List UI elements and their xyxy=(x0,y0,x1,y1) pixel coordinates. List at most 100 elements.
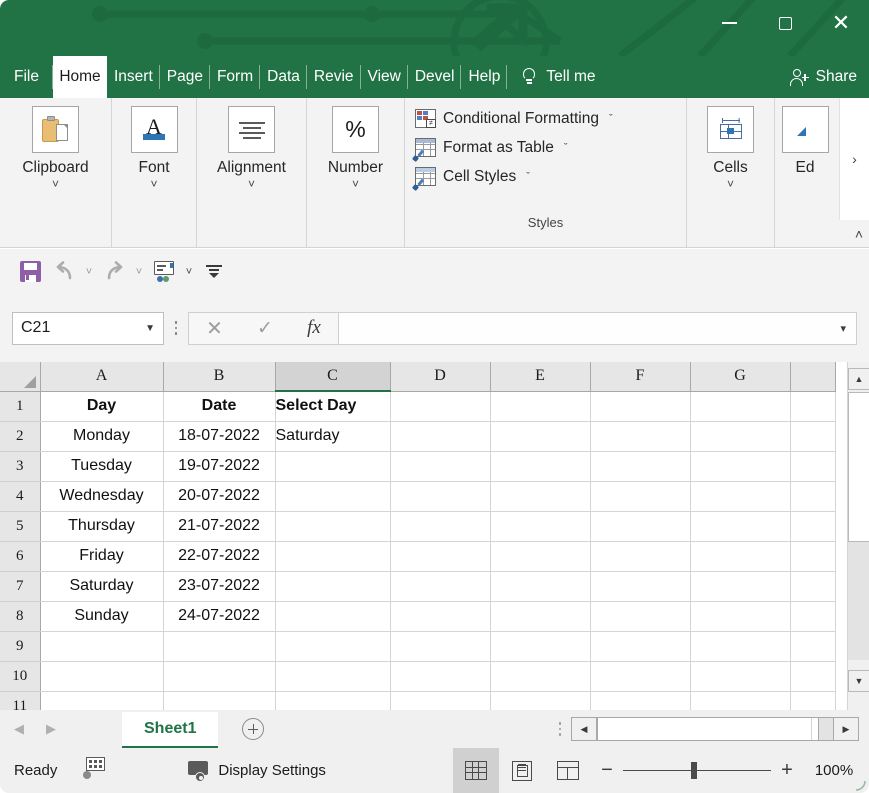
cell-e5[interactable] xyxy=(490,511,590,541)
cell-f8[interactable] xyxy=(590,601,690,631)
row-header-8[interactable]: 8 xyxy=(0,601,40,631)
collapse-ribbon-button[interactable]: ˄ xyxy=(855,226,863,242)
cell-g7[interactable] xyxy=(690,571,790,601)
cell-d6[interactable] xyxy=(390,541,490,571)
cell-b1[interactable]: Date xyxy=(163,391,275,421)
cell-d7[interactable] xyxy=(390,571,490,601)
cell-e10[interactable] xyxy=(490,661,590,691)
undo-dropdown-icon[interactable]: ˅ xyxy=(81,255,97,289)
tab-developer[interactable]: Devel xyxy=(408,56,462,98)
chevron-down-icon[interactable]: ˅ xyxy=(52,179,59,189)
chevron-down-icon[interactable]: ▼ xyxy=(145,323,155,334)
tab-home[interactable]: Home xyxy=(53,56,107,98)
zoom-slider-thumb[interactable] xyxy=(691,762,697,779)
column-header-h[interactable] xyxy=(790,362,835,391)
cell-c5[interactable] xyxy=(275,511,390,541)
chevron-down-icon[interactable]: ˇ xyxy=(609,113,613,125)
scroll-left-button[interactable]: ◀ xyxy=(571,717,597,741)
row-header-2[interactable]: 2 xyxy=(0,421,40,451)
cell-h5[interactable] xyxy=(790,511,835,541)
cell-d8[interactable] xyxy=(390,601,490,631)
chevron-down-icon[interactable]: ˅ xyxy=(150,179,157,189)
horizontal-scroll-thumb[interactable] xyxy=(598,718,812,740)
cell-g9[interactable] xyxy=(690,631,790,661)
cell-c8[interactable] xyxy=(275,601,390,631)
column-header-e[interactable]: E xyxy=(490,362,590,391)
cell-e4[interactable] xyxy=(490,481,590,511)
row-header-1[interactable]: 1 xyxy=(0,391,40,421)
tab-data[interactable]: Data xyxy=(260,56,307,98)
cell-g2[interactable] xyxy=(690,421,790,451)
cell-a1[interactable]: Day xyxy=(40,391,163,421)
cell-f10[interactable] xyxy=(590,661,690,691)
cell-b8[interactable]: 24-07-2022 xyxy=(163,601,275,631)
cell-h2[interactable] xyxy=(790,421,835,451)
resize-grip[interactable] xyxy=(852,777,866,791)
cell-g10[interactable] xyxy=(690,661,790,691)
cells-button[interactable]: Cells ˅ xyxy=(707,106,754,189)
cell-b6[interactable]: 22-07-2022 xyxy=(163,541,275,571)
cell-e7[interactable] xyxy=(490,571,590,601)
horizontal-scrollbar[interactable]: ◀ ▶ xyxy=(571,710,869,748)
column-header-d[interactable]: D xyxy=(390,362,490,391)
touch-mouse-mode-button[interactable] xyxy=(147,255,181,289)
tell-me-search[interactable]: Tell me xyxy=(507,56,595,98)
close-button[interactable]: ✕ xyxy=(813,0,869,46)
cancel-button[interactable]: ✕ xyxy=(206,316,223,341)
cell-f7[interactable] xyxy=(590,571,690,601)
row-header-7[interactable]: 7 xyxy=(0,571,40,601)
cell-e9[interactable] xyxy=(490,631,590,661)
undo-button[interactable] xyxy=(47,255,81,289)
cell-h7[interactable] xyxy=(790,571,835,601)
cell-b2[interactable]: 18-07-2022 xyxy=(163,421,275,451)
formula-input[interactable]: ▾ xyxy=(338,312,857,345)
column-header-g[interactable]: G xyxy=(690,362,790,391)
row-header-3[interactable]: 3 xyxy=(0,451,40,481)
cell-f5[interactable] xyxy=(590,511,690,541)
alignment-button[interactable]: Alignment ˅ xyxy=(217,106,286,189)
cell-h6[interactable] xyxy=(790,541,835,571)
chevron-down-icon[interactable]: ˅ xyxy=(727,179,734,189)
cell-a6[interactable]: Friday xyxy=(40,541,163,571)
chevron-down-icon[interactable]: ˇ xyxy=(564,142,568,154)
add-sheet-button[interactable] xyxy=(218,710,288,748)
cell-h3[interactable] xyxy=(790,451,835,481)
row-header-4[interactable]: 4 xyxy=(0,481,40,511)
cell-a9[interactable] xyxy=(40,631,163,661)
cell-b5[interactable]: 21-07-2022 xyxy=(163,511,275,541)
cell-g8[interactable] xyxy=(690,601,790,631)
horizontal-scroll-track[interactable] xyxy=(597,717,819,741)
cell-f6[interactable] xyxy=(590,541,690,571)
sheet-tab-sheet1[interactable]: Sheet1 xyxy=(122,712,218,748)
format-as-table-button[interactable]: Format as Table ˇ xyxy=(415,133,568,162)
column-header-a[interactable]: A xyxy=(40,362,163,391)
cell-a10[interactable] xyxy=(40,661,163,691)
ribbon-scroll-right-button[interactable]: › xyxy=(839,98,869,220)
cell-b3[interactable]: 19-07-2022 xyxy=(163,451,275,481)
cell-a4[interactable]: Wednesday xyxy=(40,481,163,511)
zoom-in-button[interactable]: + xyxy=(771,759,803,782)
chevron-down-icon[interactable]: ˇ xyxy=(526,171,530,183)
formula-bar-grip[interactable] xyxy=(164,312,188,345)
cell-f3[interactable] xyxy=(590,451,690,481)
enter-button[interactable]: ✓ xyxy=(257,317,273,340)
vertical-scroll-thumb[interactable] xyxy=(848,392,869,542)
cell-d4[interactable] xyxy=(390,481,490,511)
column-header-f[interactable]: F xyxy=(590,362,690,391)
cell-h4[interactable] xyxy=(790,481,835,511)
customize-quick-access-toolbar-button[interactable] xyxy=(197,255,231,289)
conditional-formatting-button[interactable]: ≠ Conditional Formatting ˇ xyxy=(415,104,613,133)
maximize-button[interactable] xyxy=(757,0,813,46)
row-header-10[interactable]: 10 xyxy=(0,661,40,691)
cell-g3[interactable] xyxy=(690,451,790,481)
cell-d5[interactable] xyxy=(390,511,490,541)
cell-e6[interactable] xyxy=(490,541,590,571)
cell-g4[interactable] xyxy=(690,481,790,511)
cell-c7[interactable] xyxy=(275,571,390,601)
tab-help[interactable]: Help xyxy=(461,56,507,98)
zoom-out-button[interactable]: − xyxy=(591,759,623,782)
cell-d2[interactable] xyxy=(390,421,490,451)
cell-c1[interactable]: Select Day xyxy=(275,391,390,421)
insert-function-button[interactable]: fx xyxy=(307,317,321,339)
cell-h1[interactable] xyxy=(790,391,835,421)
